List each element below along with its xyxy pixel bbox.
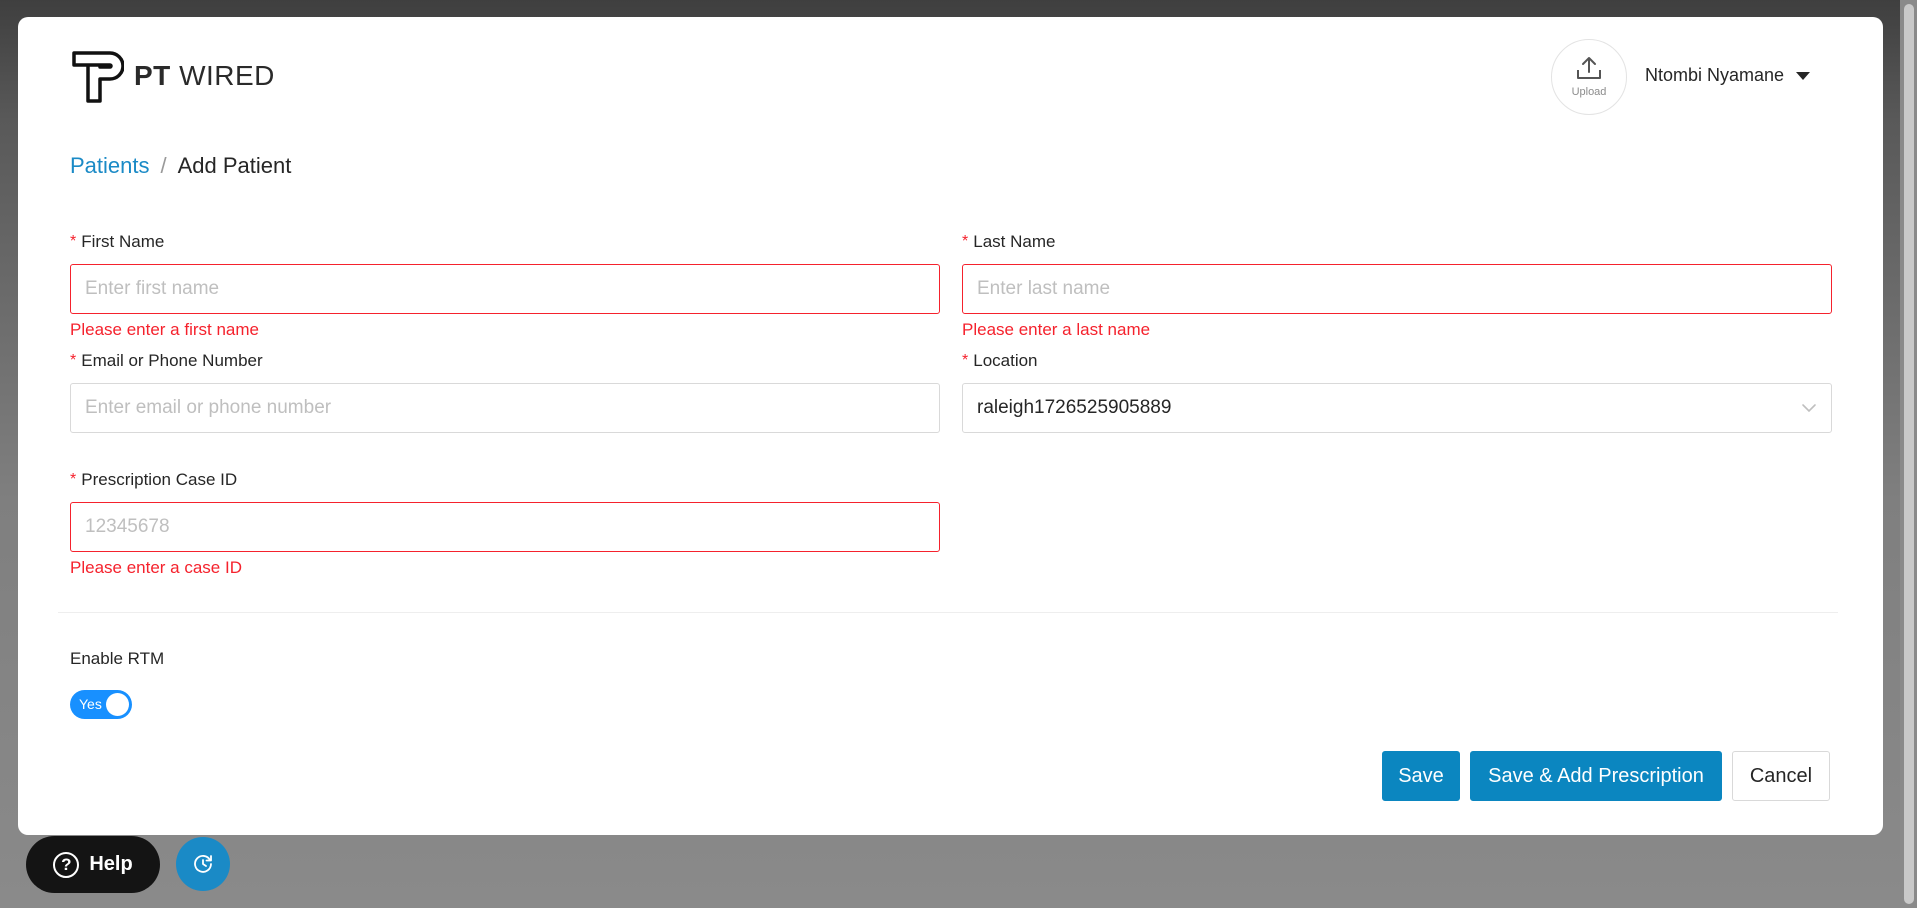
first-name-error: Please enter a first name [70, 320, 259, 339]
cancel-button[interactable]: Cancel [1732, 751, 1830, 801]
chevron-down-icon [1802, 404, 1816, 413]
upload-label: Upload [1571, 86, 1607, 98]
user-menu[interactable]: Ntombi Nyamane [1645, 65, 1811, 86]
user-name: Ntombi Nyamane [1645, 65, 1785, 85]
required-marker: * [70, 352, 77, 369]
first-name-label-text: First Name [81, 232, 165, 251]
last-name-field: * Last Name Please enter a last name [962, 231, 1832, 340]
case-id-error: Please enter a case ID [70, 558, 242, 577]
history-button[interactable] [176, 837, 230, 891]
breadcrumb-separator: / [160, 153, 167, 178]
last-name-label: * Last Name [962, 231, 1832, 253]
save-and-add-prescription-button[interactable]: Save & Add Prescription [1470, 751, 1722, 801]
case-id-label-text: Prescription Case ID [81, 470, 238, 489]
location-select[interactable]: raleigh1726525905889 [962, 383, 1832, 433]
first-name-label: * First Name [70, 231, 940, 253]
brand-name-bold: PT [134, 60, 171, 91]
brand-name-light: WIRED [179, 60, 275, 91]
contact-label: * Email or Phone Number [70, 350, 940, 372]
case-id-field: * Prescription Case ID Please enter a ca… [70, 469, 940, 578]
brand-name: PT WIRED [134, 60, 275, 92]
help-label: Help [89, 853, 133, 875]
save-button[interactable]: Save [1382, 751, 1460, 801]
case-id-label: * Prescription Case ID [70, 469, 940, 491]
case-id-input[interactable] [70, 502, 940, 552]
contact-field: * Email or Phone Number [70, 350, 940, 433]
contact-input[interactable] [70, 383, 940, 433]
first-name-field: * First Name Please enter a first name [70, 231, 940, 340]
last-name-error: Please enter a last name [962, 320, 1151, 339]
history-icon [194, 855, 212, 873]
brand-logo: PT WIRED [70, 49, 275, 103]
required-marker: * [962, 233, 969, 250]
location-field: * Location raleigh1726525905889 [962, 350, 1832, 433]
question-icon: ? [53, 851, 80, 878]
last-name-input[interactable] [962, 264, 1832, 314]
help-button[interactable]: ? Help [26, 836, 160, 893]
location-label-text: Location [973, 351, 1038, 370]
breadcrumb: Patients / Add Patient [70, 153, 291, 179]
page-scrollbar[interactable] [1900, 0, 1917, 908]
breadcrumb-patients-link[interactable]: Patients [70, 153, 150, 179]
contact-label-text: Email or Phone Number [81, 351, 263, 370]
last-name-label-text: Last Name [973, 232, 1056, 251]
enable-rtm-toggle[interactable]: Yes [70, 690, 132, 719]
toggle-knob [106, 693, 129, 716]
toggle-state-text: Yes [79, 696, 102, 712]
upload-icon [1577, 57, 1601, 79]
logo-icon [72, 51, 124, 103]
first-name-input[interactable] [70, 264, 940, 314]
location-label: * Location [962, 350, 1832, 372]
required-marker: * [70, 471, 77, 488]
add-patient-modal: PT WIRED Upload Ntombi Nyamane Patients … [18, 17, 1883, 835]
section-divider [58, 612, 1838, 613]
required-marker: * [70, 233, 77, 250]
caret-down-icon [1796, 71, 1811, 80]
required-marker: * [962, 352, 969, 369]
page-title: Add Patient [177, 153, 292, 178]
upload-button[interactable]: Upload [1551, 39, 1627, 115]
enable-rtm-label: Enable RTM [70, 649, 165, 668]
location-selected-value: raleigh1726525905889 [977, 397, 1172, 418]
scrollbar-thumb[interactable] [1904, 4, 1914, 904]
